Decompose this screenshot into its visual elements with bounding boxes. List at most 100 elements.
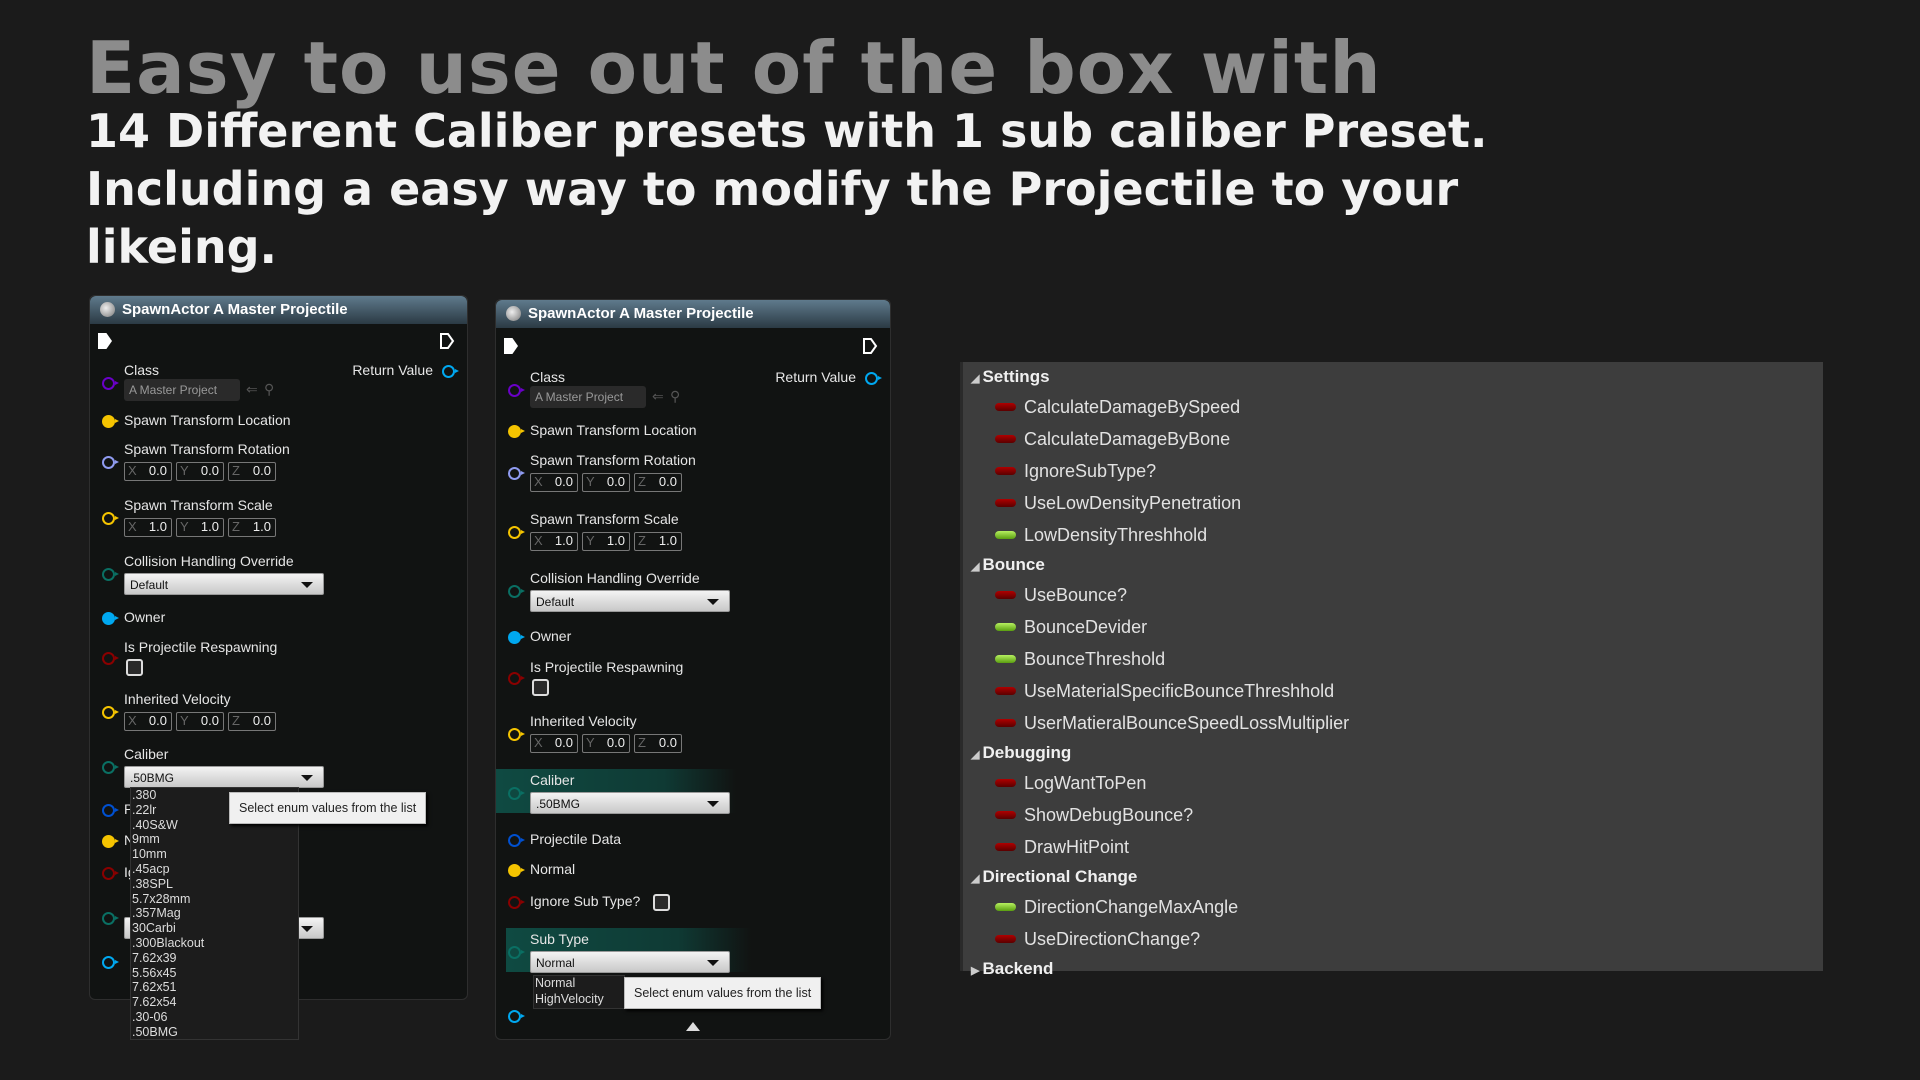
exec-out-pin[interactable]	[439, 332, 455, 350]
scale-y-field[interactable]: Y 1.0	[176, 518, 224, 537]
instigator-pin[interactable]	[508, 1010, 525, 1023]
property-row[interactable]: UseLowDensityPenetration	[995, 493, 1241, 514]
caliber-option[interactable]: .50BMG	[131, 1025, 298, 1040]
collision-dropdown[interactable]: Default	[124, 573, 324, 595]
owner-pin[interactable]	[508, 631, 525, 644]
collision-dropdown[interactable]: Default	[530, 590, 730, 612]
collapse-arrow-icon[interactable]	[686, 1022, 700, 1031]
caliber-option[interactable]: 7.62x54	[131, 995, 298, 1010]
caliber-option[interactable]: .30-06	[131, 1010, 298, 1025]
instigator-pin[interactable]	[102, 956, 119, 969]
rotation-y-field[interactable]: Y 0.0	[176, 462, 224, 481]
property-row[interactable]: BounceDevider	[995, 617, 1147, 638]
inherited-velocity-pin[interactable]	[508, 728, 525, 741]
caliber-dropdown[interactable]: .50BMG	[124, 766, 324, 788]
property-row[interactable]: LowDensityThreshhold	[995, 525, 1207, 546]
caliber-option[interactable]: 10mm	[131, 847, 298, 862]
spawn-location-pin[interactable]	[102, 415, 119, 428]
rotation-x-field[interactable]: X 0.0	[124, 462, 172, 481]
projectile-data-pin[interactable]	[508, 834, 525, 847]
sub-type-pin[interactable]	[508, 946, 525, 959]
velocity-z-field[interactable]: Z 0.0	[228, 712, 276, 731]
spawn-actor-node-subtype-open[interactable]: SpawnActor A Master Projectile Class A Mas…	[495, 299, 891, 1040]
caliber-options-list[interactable]: .380.22lr .40S&W 9mm 10mm .45acp .38SPL 5.7x28…	[130, 787, 299, 1040]
caliber-option[interactable]: 9mm	[131, 832, 298, 847]
spawn-scale-pin[interactable]	[102, 512, 119, 525]
respawning-pin[interactable]	[508, 672, 525, 685]
caliber-dropdown[interactable]: .50BMG	[530, 792, 730, 814]
rotation-x-field[interactable]: X 0.0	[530, 473, 578, 492]
node-header[interactable]: SpawnActor A Master Projectile	[90, 296, 467, 324]
rotation-z-field[interactable]: Z 0.0	[634, 473, 682, 492]
normal-pin[interactable]	[102, 835, 119, 848]
sub-type-pin[interactable]	[102, 912, 119, 925]
caliber-option[interactable]: .45acp	[131, 862, 298, 877]
node-header[interactable]: SpawnActor A Master Projectile	[496, 300, 890, 328]
category-debugging[interactable]: ◢ Debugging	[971, 743, 1071, 763]
collision-pin[interactable]	[508, 585, 525, 598]
sub-type-options-list[interactable]: Normal HighVelocity	[533, 975, 625, 1009]
class-pin[interactable]	[102, 377, 119, 390]
expand-arrow-icon[interactable]: ◢	[971, 560, 979, 573]
respawning-checkbox[interactable]	[126, 659, 143, 676]
class-dropdown[interactable]: A Master Project	[124, 379, 240, 401]
normal-pin[interactable]	[508, 864, 525, 877]
caliber-pin[interactable]	[508, 787, 525, 800]
property-row[interactable]: DirectionChangeMaxAngle	[995, 897, 1238, 918]
category-bounce[interactable]: ◢ Bounce	[971, 555, 1045, 575]
caliber-option[interactable]: .357Mag	[131, 906, 298, 921]
property-row[interactable]: UserMatieralBounceSpeedLossMultiplier	[995, 713, 1349, 734]
sub-type-option[interactable]: Normal	[534, 976, 624, 992]
scale-x-field[interactable]: X 1.0	[124, 518, 172, 537]
property-row[interactable]: IgnoreSubType?	[995, 461, 1156, 482]
projectile-data-pin[interactable]	[102, 804, 119, 817]
spawn-rotation-pin[interactable]	[508, 467, 525, 480]
collapsed-arrow-icon[interactable]: ▶	[971, 964, 979, 977]
class-pin[interactable]	[508, 384, 525, 397]
rotation-y-field[interactable]: Y 0.0	[582, 473, 630, 492]
spawn-scale-pin[interactable]	[508, 526, 525, 539]
exec-in-pin[interactable]	[504, 338, 518, 354]
caliber-option[interactable]: 5.56x45	[131, 966, 298, 981]
owner-pin[interactable]	[102, 612, 119, 625]
velocity-x-field[interactable]: X 0.0	[124, 712, 172, 731]
property-row[interactable]: UseMaterialSpecificBounceThreshhold	[995, 681, 1334, 702]
property-row[interactable]: UseBounce?	[995, 585, 1127, 606]
return-value-pin[interactable]	[442, 365, 459, 378]
caliber-option[interactable]: .300Blackout	[131, 936, 298, 951]
ignore-sub-type-checkbox[interactable]	[653, 894, 670, 911]
property-row[interactable]: UseDirectionChange?	[995, 929, 1200, 950]
property-row[interactable]: CalculateDamageBySpeed	[995, 397, 1240, 418]
velocity-y-field[interactable]: Y 0.0	[176, 712, 224, 731]
inherited-velocity-pin[interactable]	[102, 706, 119, 719]
sub-type-dropdown[interactable]: Normal	[530, 951, 730, 973]
velocity-x-field[interactable]: X 0.0	[530, 734, 578, 753]
velocity-y-field[interactable]: Y 0.0	[582, 734, 630, 753]
ignore-sub-type-pin[interactable]	[102, 867, 119, 880]
scale-y-field[interactable]: Y 1.0	[582, 532, 630, 551]
expand-arrow-icon[interactable]: ◢	[971, 872, 979, 885]
category-settings[interactable]: ◢ Settings	[971, 367, 1050, 387]
return-value-pin[interactable]	[865, 372, 882, 385]
caliber-option[interactable]: 7.62x51	[131, 980, 298, 995]
category-directional-change[interactable]: ◢ Directional Change	[971, 867, 1137, 887]
class-dropdown[interactable]: A Master Project	[530, 386, 646, 408]
exec-in-pin[interactable]	[98, 333, 112, 349]
property-row[interactable]: ShowDebugBounce?	[995, 805, 1193, 826]
caliber-pin[interactable]	[102, 761, 119, 774]
category-backend[interactable]: ▶ Backend	[971, 959, 1053, 979]
browse-arrow-icon[interactable]: ⇐	[652, 388, 664, 405]
ignore-sub-type-pin[interactable]	[508, 896, 525, 909]
collision-pin[interactable]	[102, 568, 119, 581]
caliber-option[interactable]: 30Carbi	[131, 921, 298, 936]
property-row[interactable]: CalculateDamageByBone	[995, 429, 1230, 450]
caliber-option[interactable]: 5.7x28mm	[131, 892, 298, 907]
sub-type-option[interactable]: HighVelocity	[534, 992, 624, 1008]
expand-arrow-icon[interactable]: ◢	[971, 372, 979, 385]
caliber-option[interactable]: 7.62x39	[131, 951, 298, 966]
rotation-z-field[interactable]: Z 0.0	[228, 462, 276, 481]
search-icon[interactable]: ⚲	[670, 388, 680, 405]
expand-arrow-icon[interactable]: ◢	[971, 748, 979, 761]
exec-out-pin[interactable]	[862, 337, 878, 355]
scale-z-field[interactable]: Z 1.0	[634, 532, 682, 551]
